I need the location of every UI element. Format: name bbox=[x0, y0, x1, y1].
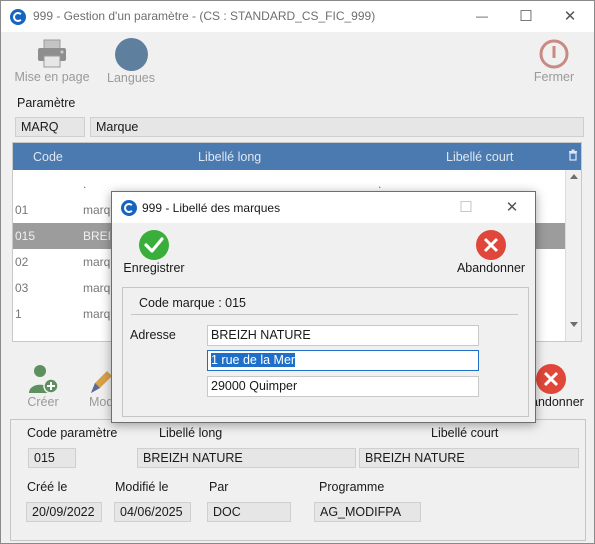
app-logo-icon bbox=[10, 9, 26, 25]
row-short-label: . bbox=[378, 177, 382, 191]
save-label: Enregistrer bbox=[123, 261, 185, 275]
caption-divider bbox=[131, 314, 518, 315]
address-panel: Code marque : 015 Adresse BREIZH NATURE … bbox=[122, 287, 529, 417]
create-button[interactable]: Créer bbox=[23, 363, 63, 409]
row-code: 02 bbox=[15, 255, 29, 269]
modified-by-field: DOC bbox=[207, 502, 291, 522]
trash-icon[interactable] bbox=[568, 149, 578, 161]
long-label-label: Libellé long bbox=[159, 426, 223, 440]
page-setup-button[interactable]: Mise en page bbox=[11, 38, 93, 84]
languages-button[interactable]: Langues bbox=[101, 38, 161, 85]
row-long-label: marq bbox=[83, 307, 111, 321]
by-label: Par bbox=[209, 480, 229, 494]
address-line-2-selected-text: 1 rue de la Mer bbox=[211, 353, 296, 367]
column-header-long-label[interactable]: Libellé long bbox=[198, 150, 261, 164]
row-long-label: . bbox=[83, 177, 87, 191]
row-long-label: marq bbox=[83, 203, 111, 217]
code-parameter-field: 015 bbox=[28, 448, 76, 468]
address-line-3-input[interactable]: 29000 Quimper bbox=[207, 376, 479, 397]
create-label: Créer bbox=[27, 395, 59, 409]
row-code: 1 bbox=[15, 307, 22, 321]
globe-icon bbox=[114, 38, 148, 71]
scroll-up-arrow-icon[interactable] bbox=[570, 174, 578, 179]
dialog-maximize-button[interactable]: ☐ bbox=[444, 192, 488, 223]
row-code: 03 bbox=[15, 281, 29, 295]
close-label: Fermer bbox=[533, 70, 575, 84]
scroll-down-arrow-icon[interactable] bbox=[570, 322, 578, 327]
main-window-title: 999 - Gestion d'un paramètre - (CS : STA… bbox=[33, 9, 376, 23]
long-label-field: BREIZH NATURE bbox=[137, 448, 356, 468]
short-label-label: Libellé court bbox=[431, 426, 499, 440]
parameter-code-field: MARQ bbox=[15, 117, 85, 137]
program-label: Programme bbox=[319, 480, 385, 494]
address-line-2-input[interactable]: 1 rue de la Mer bbox=[207, 350, 479, 371]
row-long-label: marq bbox=[83, 281, 111, 295]
address-line-1-input[interactable]: BREIZH NATURE bbox=[207, 325, 479, 346]
close-window-button[interactable]: ✕ bbox=[548, 1, 592, 32]
grid-header: Code Libellé long Libellé court bbox=[13, 143, 581, 170]
code-parameter-label: Code paramètre bbox=[27, 426, 118, 440]
row-long-label: marq bbox=[83, 255, 111, 269]
brand-code-caption: Code marque : 015 bbox=[139, 296, 247, 310]
dialog-abandon-label: Abandonner bbox=[456, 261, 526, 275]
brand-label-dialog: 999 - Libellé des marques ☐ ✕ Enregistre… bbox=[111, 191, 536, 423]
address-label: Adresse bbox=[130, 328, 176, 342]
created-label: Créé le bbox=[27, 480, 68, 494]
modified-label: Modifié le bbox=[115, 480, 169, 494]
cancel-icon bbox=[536, 364, 566, 394]
short-label-field: BREIZH NATURE bbox=[359, 448, 579, 468]
column-header-short-label[interactable]: Libellé court bbox=[446, 150, 513, 164]
row-long-label: BREI bbox=[83, 229, 112, 243]
dialog-abandon-button[interactable]: Abandonner bbox=[454, 229, 528, 275]
maximize-button[interactable]: ☐ bbox=[504, 1, 548, 32]
grid-scrollbar[interactable] bbox=[565, 170, 581, 341]
page-setup-label: Mise en page bbox=[14, 70, 90, 84]
power-icon bbox=[539, 39, 569, 69]
close-button[interactable]: Fermer bbox=[529, 38, 579, 84]
minimize-button[interactable]: — bbox=[460, 1, 504, 32]
dialog-titlebar: 999 - Libellé des marques ☐ ✕ bbox=[112, 192, 535, 223]
row-code: 015 bbox=[15, 229, 36, 243]
program-field: AG_MODIFPA bbox=[314, 502, 421, 522]
check-icon bbox=[139, 230, 169, 260]
dialog-app-logo-icon bbox=[121, 200, 137, 216]
dialog-title: 999 - Libellé des marques bbox=[142, 201, 281, 215]
add-user-icon bbox=[29, 365, 59, 394]
pencil-icon bbox=[91, 371, 112, 393]
row-code: 01 bbox=[15, 203, 29, 217]
created-date-field: 20/09/2022 bbox=[26, 502, 102, 522]
modified-date-field: 04/06/2025 bbox=[114, 502, 191, 522]
abandon-label: andonner bbox=[531, 395, 584, 409]
abandon-button[interactable]: andonner bbox=[531, 363, 586, 409]
column-header-code[interactable]: Code bbox=[33, 150, 63, 164]
parameter-label: Paramètre bbox=[17, 96, 76, 110]
save-button[interactable]: Enregistrer bbox=[120, 229, 188, 275]
parameter-name-field: Marque bbox=[90, 117, 584, 137]
languages-label: Langues bbox=[107, 71, 155, 85]
cancel-icon bbox=[476, 230, 506, 260]
main-titlebar: 999 - Gestion d'un paramètre - (CS : STA… bbox=[1, 1, 594, 32]
dialog-close-button[interactable]: ✕ bbox=[490, 192, 534, 223]
printer-icon bbox=[38, 39, 66, 68]
details-section: Code paramètre Libellé long Libellé cour… bbox=[10, 419, 586, 541]
